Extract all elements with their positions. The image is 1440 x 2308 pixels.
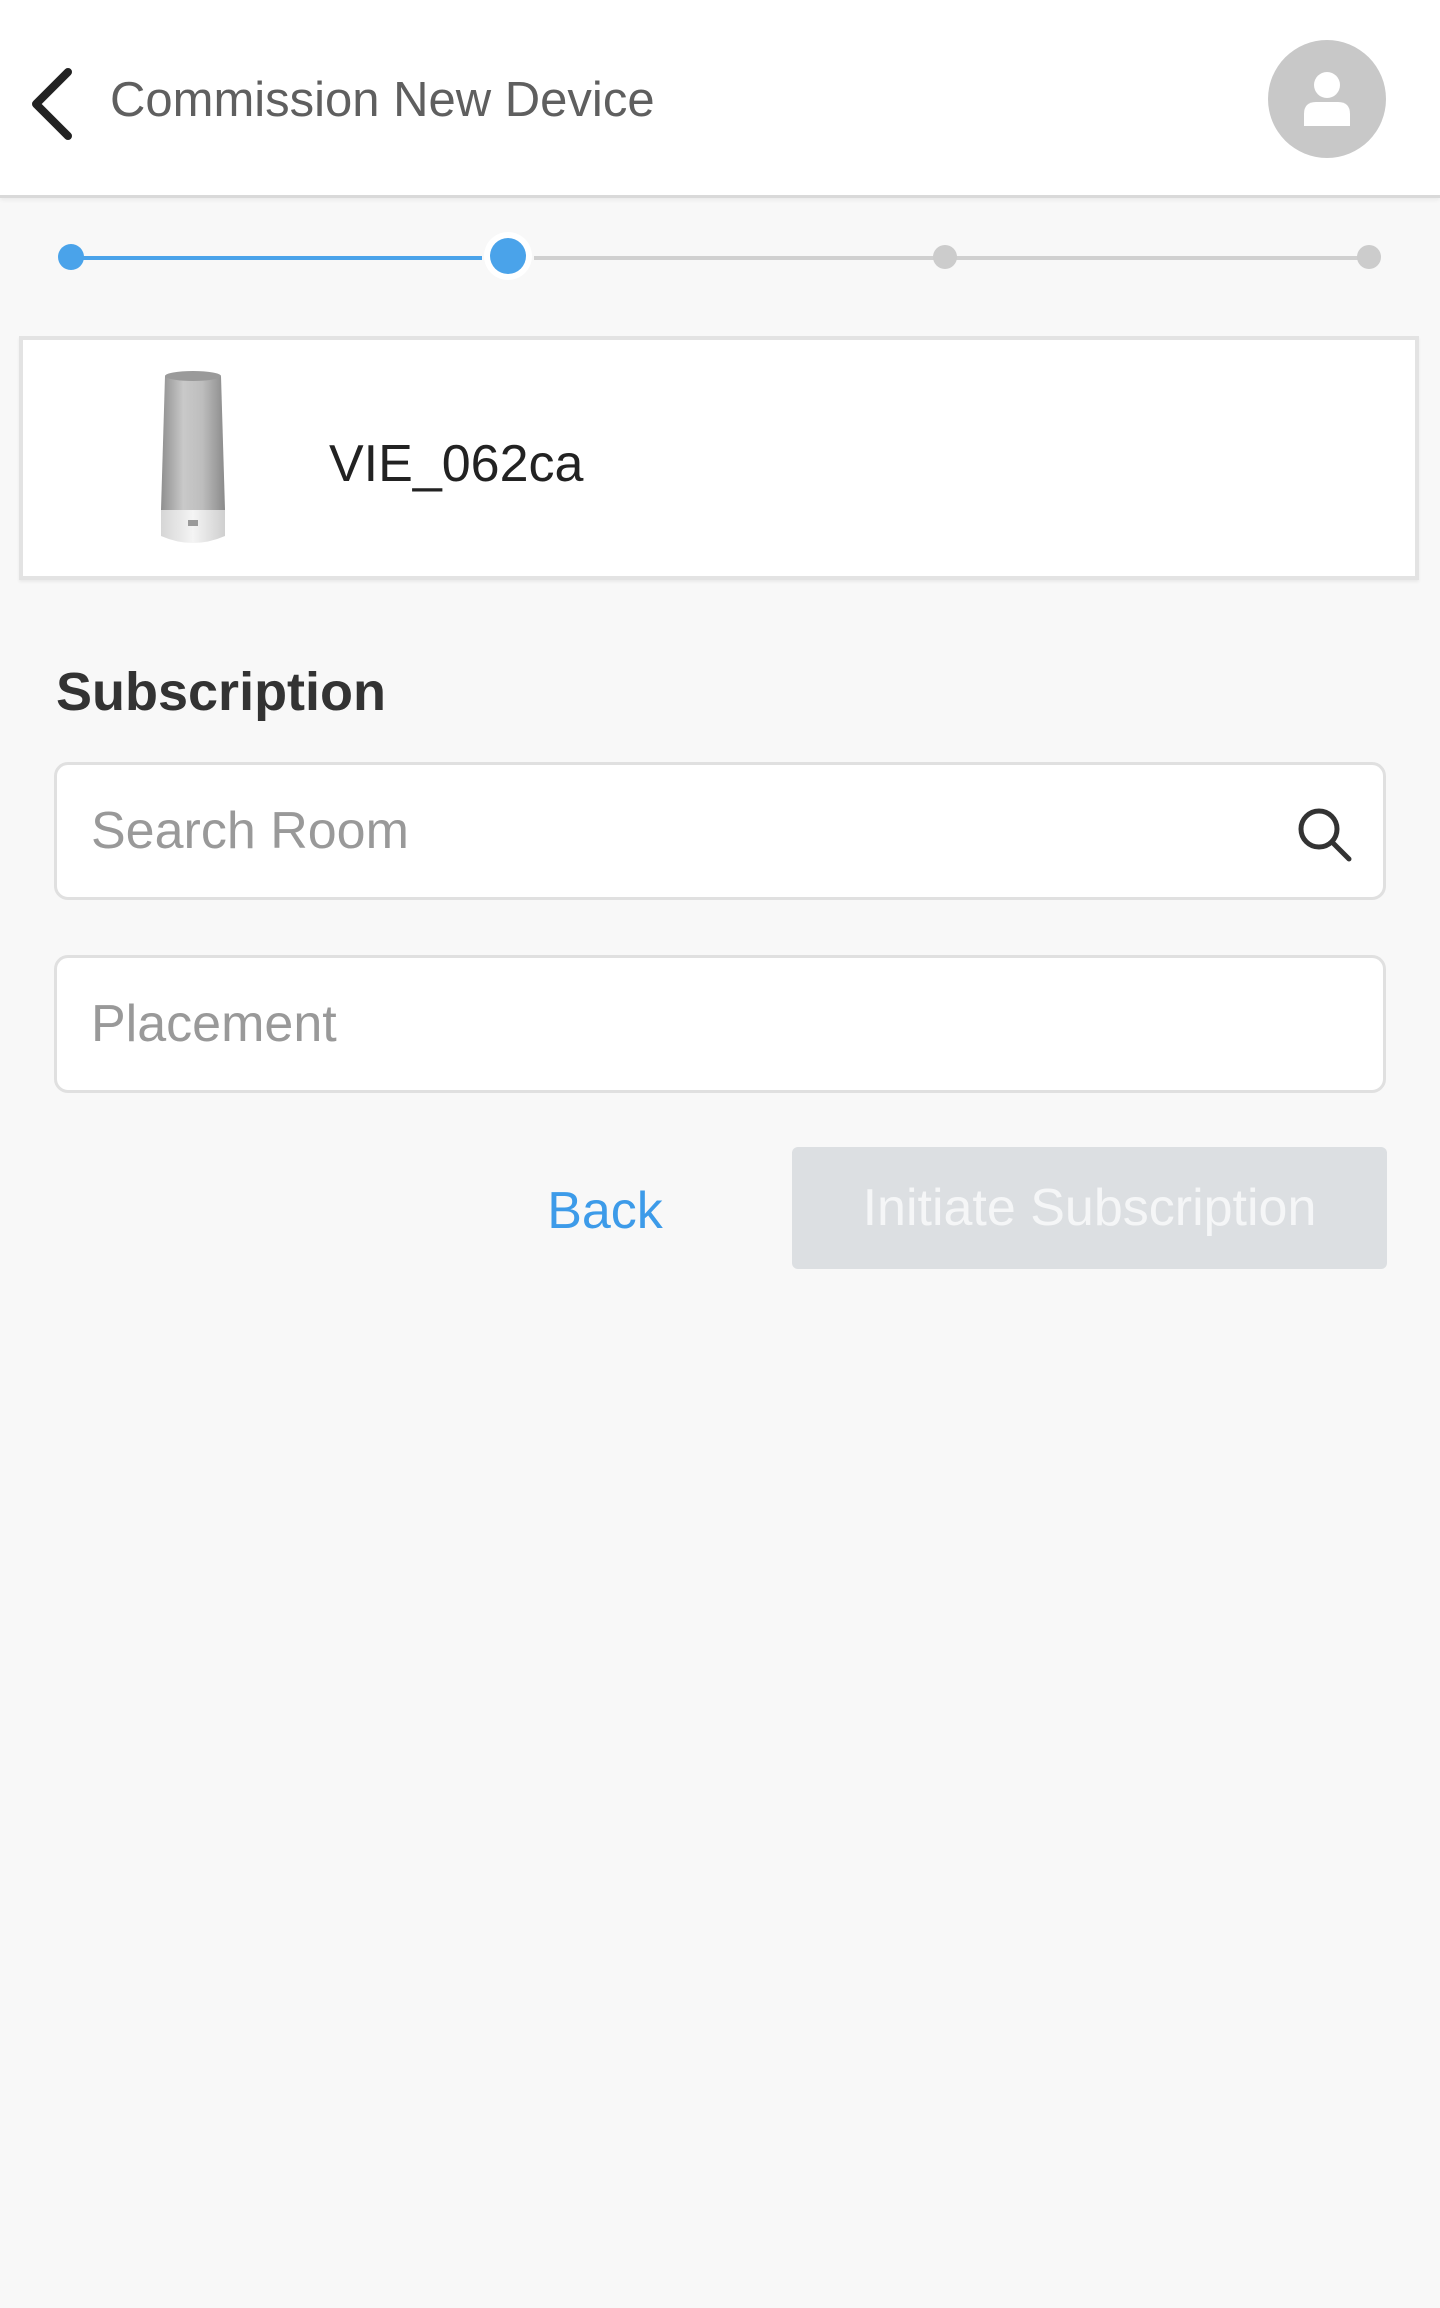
chevron-left-icon[interactable] [22, 62, 92, 146]
search-room-field[interactable] [54, 762, 1386, 900]
stepper-step-2-current [490, 238, 526, 274]
initiate-subscription-button[interactable]: Initiate Subscription [792, 1147, 1387, 1269]
device-name: VIE_062ca [329, 435, 584, 493]
smart-speaker-image [153, 370, 233, 550]
progress-stepper [0, 230, 1440, 286]
stepper-track-complete [72, 256, 482, 260]
device-card: VIE_062ca [19, 336, 1419, 580]
avatar[interactable] [1268, 40, 1386, 158]
page-title: Commission New Device [110, 73, 655, 127]
stepper-step-3 [933, 245, 957, 269]
app-header: Commission New Device [0, 0, 1440, 198]
user-icon [1304, 72, 1350, 126]
back-button[interactable]: Back [520, 1150, 690, 1272]
stepper-step-4 [1357, 245, 1381, 269]
stepper-step-1 [58, 244, 84, 270]
placement-input[interactable] [91, 986, 1271, 1062]
search-room-input[interactable] [91, 793, 1271, 869]
stepper-track-pending [946, 256, 1370, 260]
placement-field[interactable] [54, 955, 1386, 1093]
section-title-subscription: Subscription [56, 662, 387, 722]
stepper-track-pending [534, 256, 946, 260]
search-icon[interactable] [1295, 805, 1355, 865]
